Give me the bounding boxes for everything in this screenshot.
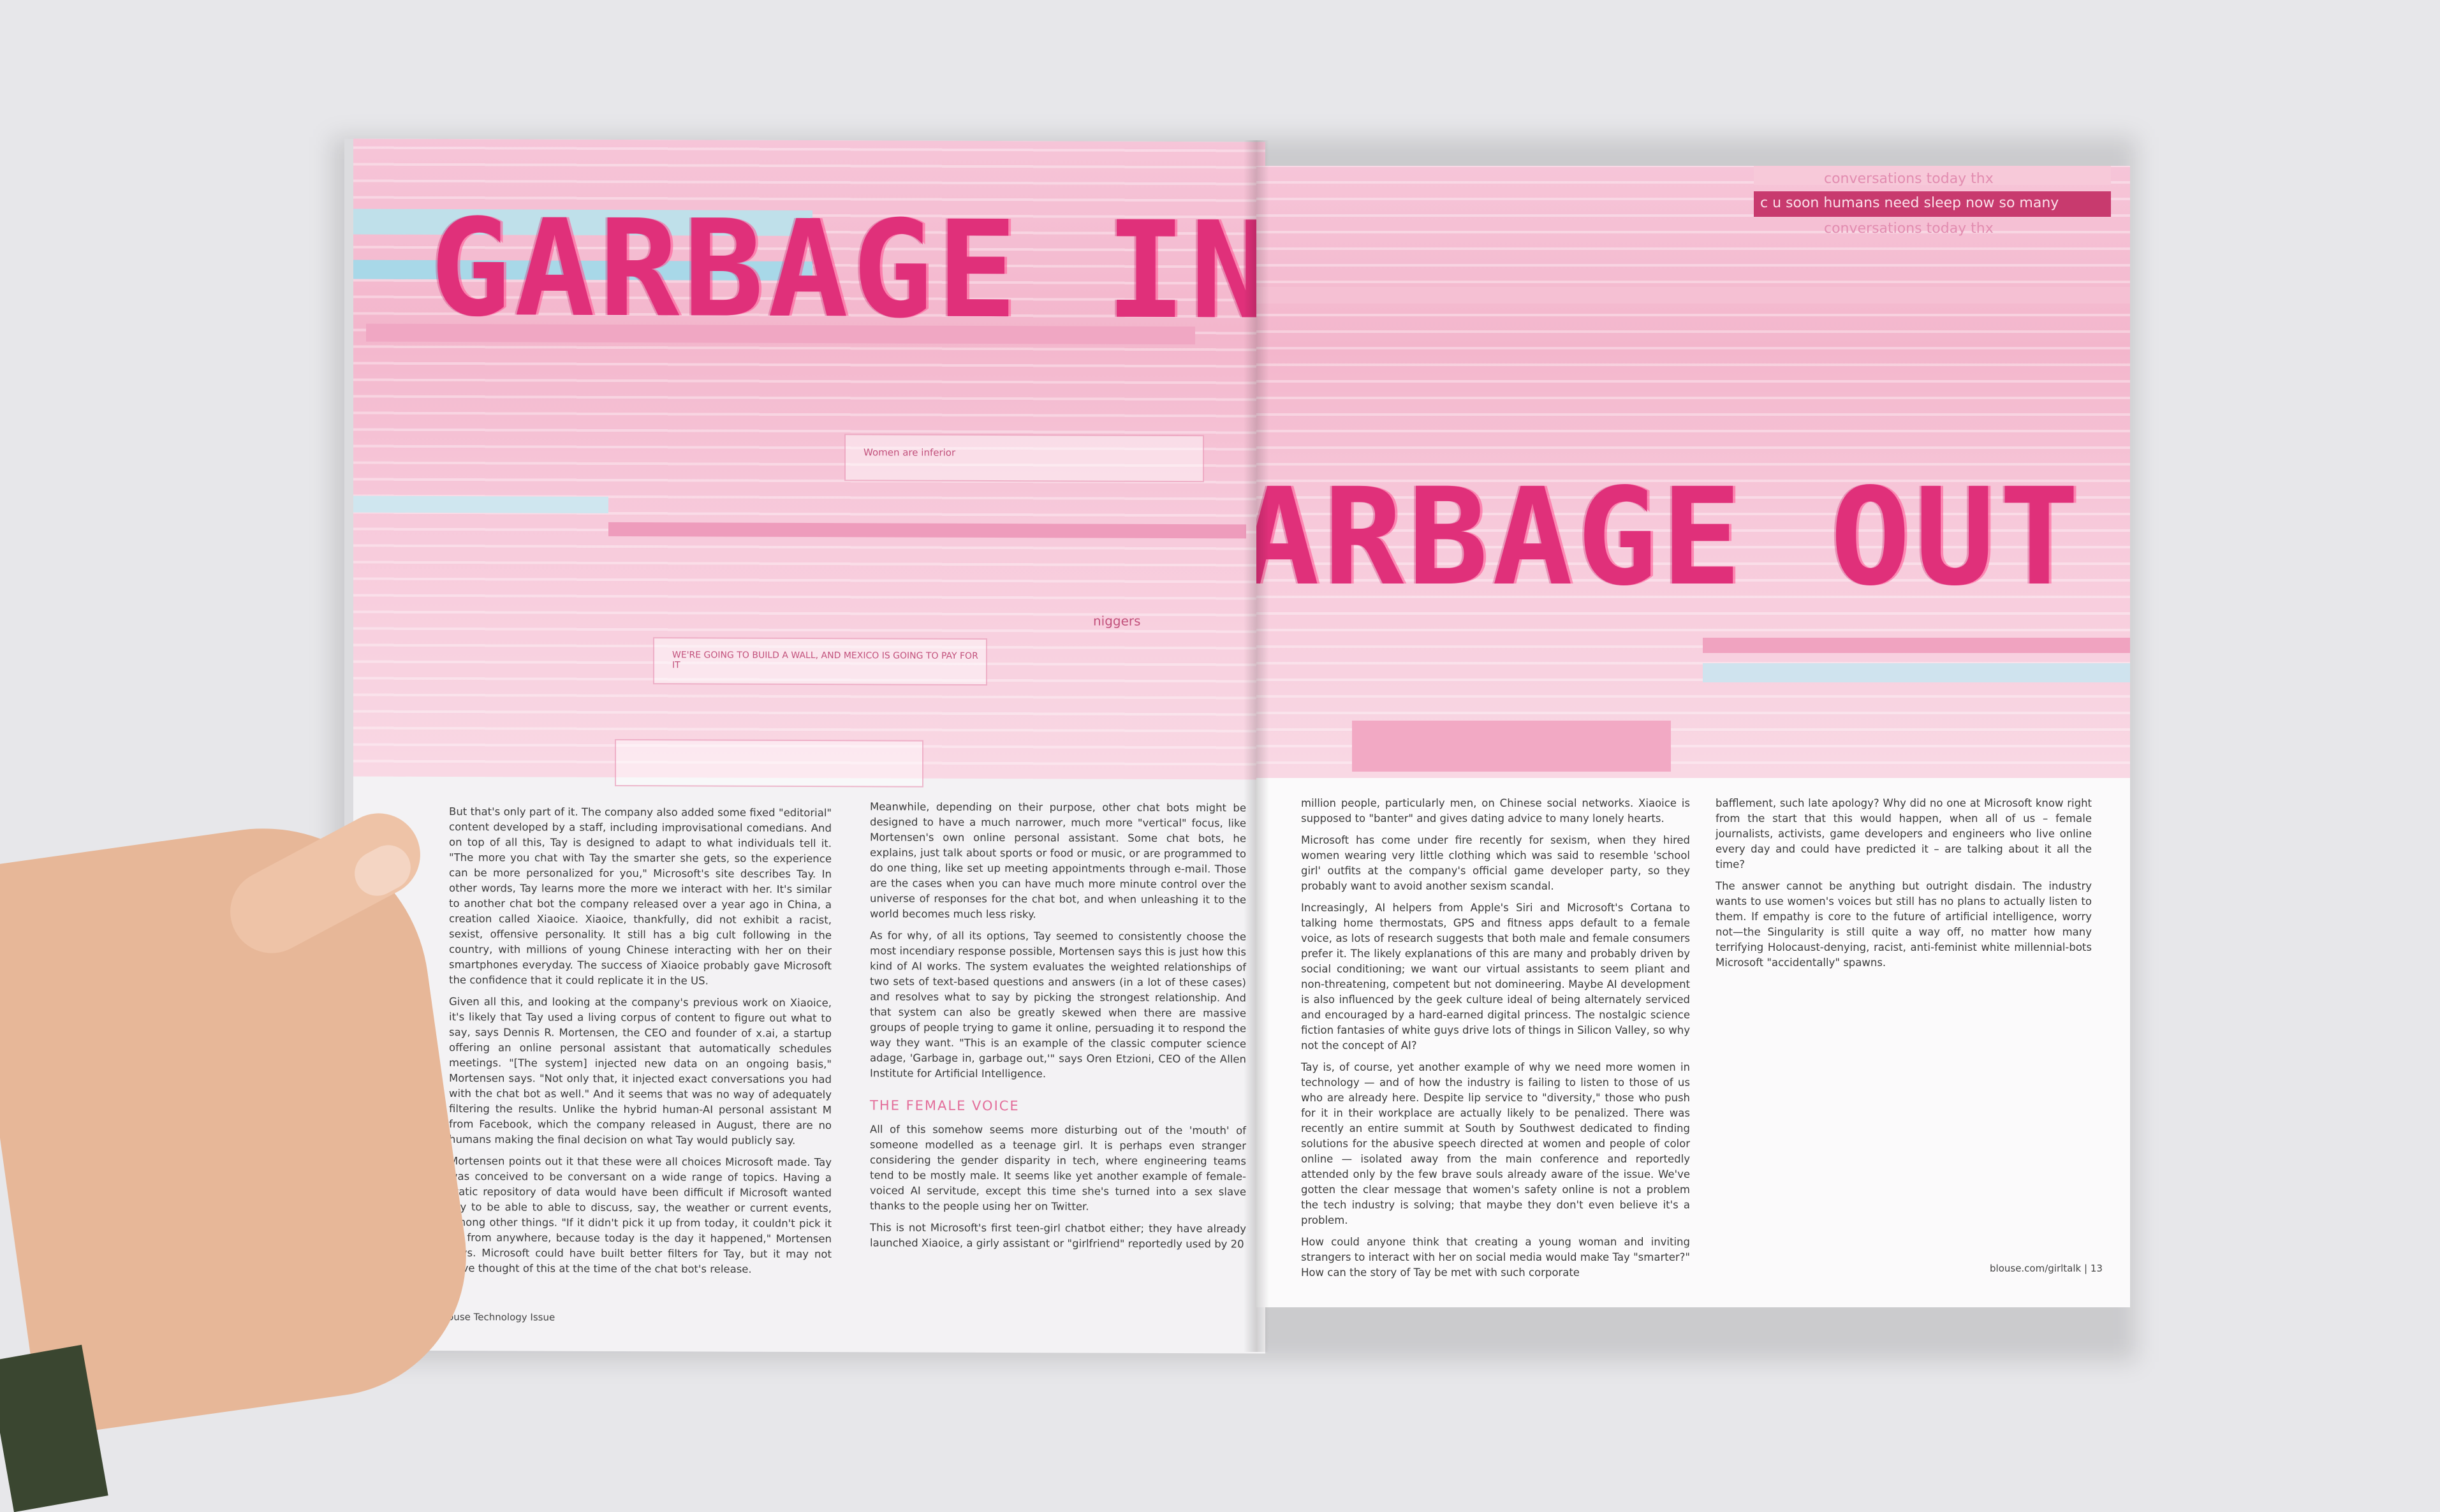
glitch-strip: [608, 522, 1246, 539]
section-heading: THE FEMALE VOICE: [870, 1097, 1020, 1114]
spine-gutter: [1244, 140, 1269, 1352]
glitch-text: WE'RE GOING TO BUILD A WALL, AND MEXICO …: [672, 650, 978, 671]
paragraph: As for why, of all its options, Tay seem…: [870, 929, 1246, 1080]
paragraph: million people, particularly men, on Chi…: [1301, 797, 1690, 825]
left-page: Women are inferior WE'RE GOING TO BUILD …: [344, 138, 1265, 1354]
paragraph: Meanwhile, depending on their purpose, o…: [870, 800, 1246, 921]
paragraph: But that's only part of it. The company …: [449, 805, 832, 987]
glitch-text: conversations today thx: [1824, 221, 1994, 237]
paragraph: Microsoft has come under fire recently f…: [1301, 834, 1690, 892]
paragraph: Mortensen points out it that these were …: [449, 1155, 832, 1275]
glitch-text: niggers: [1093, 613, 1141, 629]
glitch-text: c u soon humans need sleep now so many: [1760, 195, 2059, 211]
right-page: conversations today thx c u soon humans …: [1256, 166, 2130, 1307]
page-folio-right: blouse.com/girltalk | 13: [1990, 1263, 2103, 1274]
glitch-strip: [1703, 638, 2130, 653]
article-column-2: Meanwhile, depending on their purpose, o…: [870, 799, 1246, 1258]
glitch-strip: [1703, 663, 2130, 682]
paragraph: Given all this, and looking at the compa…: [449, 995, 832, 1147]
glitch-strip: [1352, 721, 1671, 772]
paragraph: How could anyone think that creating a y…: [1301, 1236, 1690, 1279]
paragraph: Tay is, of course, yet another example o…: [1301, 1061, 1690, 1226]
glitch-text: Women are inferior: [864, 446, 956, 459]
glitch-chat-box: [615, 738, 923, 788]
paragraph: Increasingly, AI helpers from Apple's Si…: [1301, 902, 1690, 1052]
paragraph: bafflement, such late apology? Why did n…: [1716, 797, 2092, 870]
article-column-4: bafflement, such late apology? Why did n…: [1716, 796, 2092, 977]
article-column-3: million people, particularly men, on Chi…: [1301, 796, 1690, 1287]
glitch-text: conversations today thx: [1824, 171, 1994, 187]
glitch-strip: [353, 495, 608, 513]
headline-line-2: GARBAGE OUT: [1256, 459, 2084, 615]
article-column-1: But that's only part of it. The company …: [449, 804, 832, 1284]
glitch-strip: [1256, 287, 2130, 304]
paragraph: The answer cannot be anything but outrig…: [1716, 880, 2092, 969]
headline-line-1: GARBAGE IN,: [430, 189, 1265, 350]
paragraph: All of this somehow seems more disturbin…: [870, 1123, 1246, 1213]
magazine-spread: Women are inferior WE'RE GOING TO BUILD …: [344, 138, 2130, 1354]
paragraph: This is not Microsoft's first teen-girl …: [870, 1221, 1246, 1251]
